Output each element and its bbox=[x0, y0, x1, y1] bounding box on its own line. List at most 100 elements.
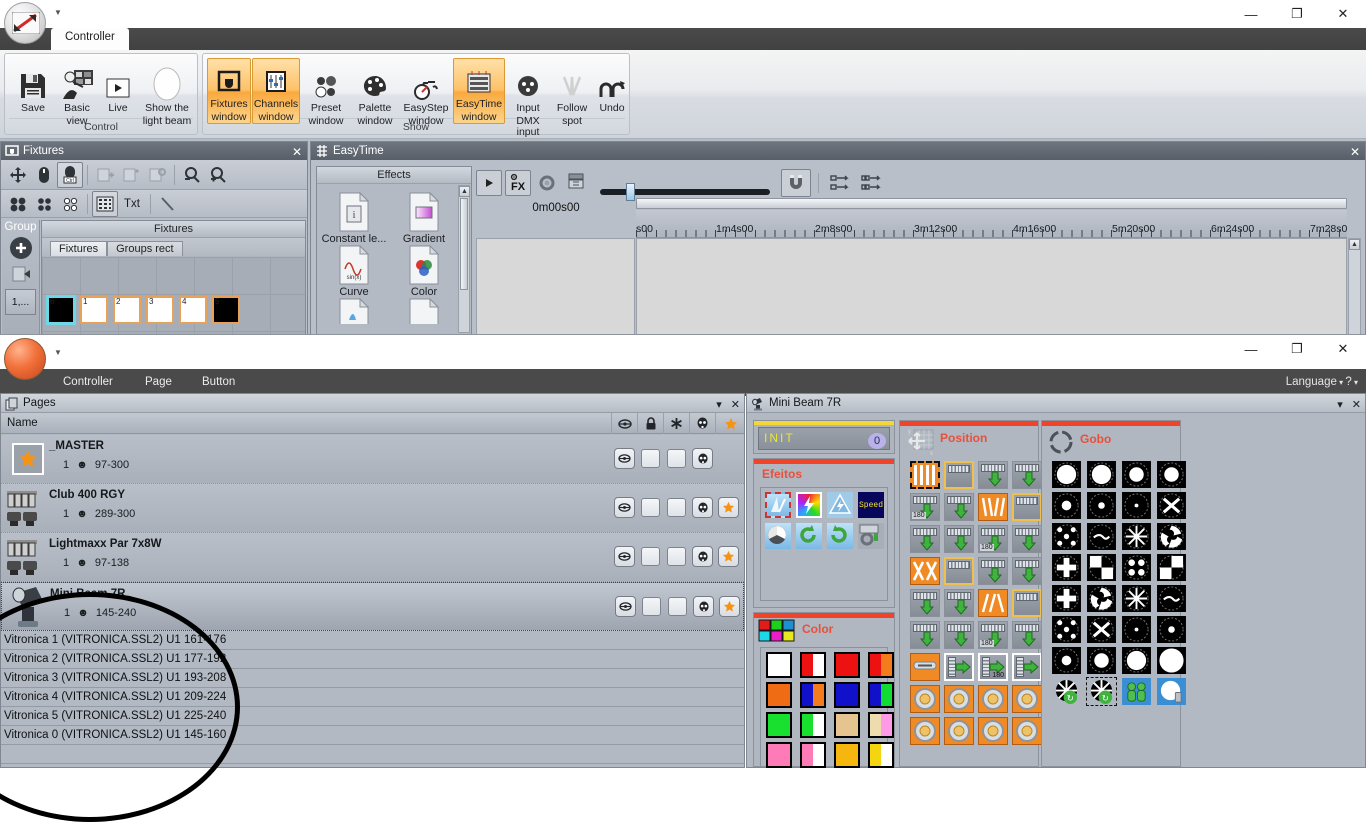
position-tile[interactable] bbox=[978, 685, 1008, 713]
position-tile[interactable] bbox=[1012, 525, 1042, 553]
list-item[interactable]: Vitronica 5 (VITRONICA.SSL2) U1 225-240 bbox=[1, 707, 744, 726]
live-button[interactable]: Live bbox=[100, 58, 136, 115]
align-left-icon[interactable] bbox=[826, 170, 854, 196]
bolt-triangle-icon[interactable] bbox=[827, 492, 853, 518]
fixture-cell[interactable]: 5 bbox=[212, 296, 240, 324]
align-right-icon[interactable] bbox=[857, 170, 885, 196]
position-tile[interactable] bbox=[1012, 461, 1042, 489]
app2-logo-orb[interactable] bbox=[4, 338, 46, 380]
asterisk-icon[interactable] bbox=[663, 413, 689, 434]
pages-collapse-button[interactable]: ▾ bbox=[716, 399, 722, 411]
gobo-tile[interactable] bbox=[1122, 616, 1151, 643]
position-tile[interactable] bbox=[944, 717, 974, 745]
close-button[interactable]: ✕ bbox=[1320, 335, 1366, 363]
color-swatch[interactable] bbox=[834, 652, 860, 678]
gear-icon[interactable] bbox=[534, 170, 560, 196]
minimize-button[interactable]: — bbox=[1228, 0, 1274, 28]
row-link-button[interactable] bbox=[614, 546, 635, 567]
position-tile[interactable] bbox=[1012, 621, 1042, 649]
scroll-up-arrow[interactable]: ▲ bbox=[1349, 239, 1360, 250]
tab-fixtures[interactable]: Fixtures bbox=[50, 241, 108, 256]
zoom-out-icon[interactable] bbox=[179, 162, 205, 188]
position-tile[interactable] bbox=[944, 589, 974, 617]
row-skull-button[interactable] bbox=[693, 596, 714, 617]
zoom-in-icon[interactable] bbox=[205, 162, 231, 188]
fixture-cell[interactable]: 2 bbox=[113, 296, 141, 324]
save-button[interactable]: Save bbox=[11, 58, 55, 115]
fixture-cell[interactable]: 6 bbox=[47, 296, 75, 324]
render-icon[interactable] bbox=[563, 170, 589, 196]
color-swatch[interactable] bbox=[800, 682, 826, 708]
mouse-icon[interactable] bbox=[31, 162, 57, 188]
effect-curve[interactable]: sin(x) Curve bbox=[319, 244, 389, 298]
effect-extra-2[interactable] bbox=[389, 297, 459, 338]
scroll-thumb[interactable] bbox=[460, 198, 468, 290]
play-icon[interactable] bbox=[476, 170, 502, 196]
position-tile[interactable] bbox=[910, 557, 940, 585]
rainbow-bolt-icon[interactable] bbox=[796, 492, 822, 518]
star-icon[interactable] bbox=[715, 413, 746, 434]
position-tile[interactable] bbox=[1012, 653, 1042, 681]
list-item[interactable]: Vitronica 4 (VITRONICA.SSL2) U1 209-224 bbox=[1, 688, 744, 707]
gobo-tile[interactable] bbox=[1122, 523, 1151, 550]
gobo-tile[interactable] bbox=[1157, 678, 1186, 705]
timeline-ruler[interactable]: s00 1m4s00 2m8s00 3m12s00 4m16s00 5m20s0… bbox=[636, 210, 1347, 238]
row-link-button[interactable] bbox=[614, 497, 635, 518]
add-group-button[interactable] bbox=[9, 237, 32, 259]
color-swatch[interactable] bbox=[800, 652, 826, 678]
pages-close-button[interactable]: ✕ bbox=[731, 399, 740, 411]
show-light-beam-button[interactable]: Show the light beam bbox=[137, 58, 197, 128]
easytime-window-button[interactable]: EasyTime window bbox=[453, 58, 505, 124]
page-row[interactable]: Club 400 RGY 1 ☻ 289-300 bbox=[1, 484, 744, 533]
txt-label[interactable]: Txt bbox=[118, 198, 146, 210]
language-menu[interactable]: Language bbox=[1286, 376, 1337, 388]
position-tile[interactable]: 180 bbox=[978, 621, 1008, 649]
delete-fixture-icon[interactable] bbox=[144, 162, 170, 188]
speed-icon[interactable]: Speed bbox=[858, 492, 884, 518]
color-swatch[interactable] bbox=[834, 742, 860, 768]
position-tile[interactable] bbox=[978, 493, 1008, 521]
dmx-input-button[interactable]: Input DMX input bbox=[506, 58, 550, 139]
close-button[interactable]: ✕ bbox=[1320, 0, 1366, 28]
dots-2x2-medium-icon[interactable] bbox=[31, 191, 57, 217]
menu-controller[interactable]: Controller bbox=[57, 374, 119, 390]
gobo-tile[interactable] bbox=[1157, 461, 1186, 488]
effect-constant-level[interactable]: i Constant le... bbox=[319, 191, 389, 245]
gobo-tile[interactable] bbox=[1122, 647, 1151, 674]
position-tile[interactable] bbox=[944, 557, 974, 585]
color-swatch[interactable] bbox=[868, 682, 894, 708]
preset-window-button[interactable]: Preset window bbox=[302, 58, 350, 128]
position-tile[interactable]: 180 bbox=[978, 525, 1008, 553]
page-row-selected[interactable]: Mini Beam 7R 1 ☻ 145-240 bbox=[1, 582, 744, 631]
rotate-cw-icon[interactable] bbox=[827, 523, 853, 549]
row-checkbox-2[interactable] bbox=[667, 449, 686, 468]
row-link-button[interactable] bbox=[614, 448, 635, 469]
gobo-tile[interactable] bbox=[1087, 523, 1116, 550]
position-tile[interactable] bbox=[910, 461, 940, 489]
tab-controller[interactable]: Controller bbox=[51, 28, 129, 50]
position-tile[interactable] bbox=[910, 589, 940, 617]
position-tile[interactable] bbox=[1012, 493, 1042, 521]
row-star-button[interactable] bbox=[719, 596, 740, 617]
move-icon[interactable] bbox=[5, 162, 31, 188]
row-checkbox-1[interactable] bbox=[641, 449, 660, 468]
position-tile[interactable] bbox=[1012, 589, 1042, 617]
timeline-canvas[interactable] bbox=[636, 238, 1347, 335]
position-tile[interactable] bbox=[910, 525, 940, 553]
mouse-ctrl-icon[interactable]: Ctrl bbox=[57, 161, 83, 188]
gobo-tile[interactable] bbox=[1087, 554, 1116, 581]
fixture-collapse-button[interactable]: ▾ bbox=[1337, 399, 1343, 411]
position-tile[interactable] bbox=[978, 557, 1008, 585]
row-skull-button[interactable] bbox=[692, 497, 713, 518]
gobo-tile[interactable] bbox=[1087, 585, 1116, 612]
line-tool-icon[interactable] bbox=[155, 191, 181, 217]
gobo-tile[interactable] bbox=[1122, 461, 1151, 488]
quick-access-toolbar-arrow-2[interactable]: ▼ bbox=[54, 348, 62, 357]
row-checkbox-2[interactable] bbox=[668, 597, 687, 616]
row-checkbox-1[interactable] bbox=[642, 597, 661, 616]
list-item[interactable]: Vitronica 1 (VITRONICA.SSL2) U1 161-176 bbox=[1, 631, 744, 650]
channels-window-button[interactable]: Channels window bbox=[252, 58, 300, 124]
gobo-tile[interactable] bbox=[1122, 678, 1151, 705]
settings-dmx-icon[interactable] bbox=[858, 523, 884, 549]
gobo-tile[interactable] bbox=[1052, 585, 1081, 612]
